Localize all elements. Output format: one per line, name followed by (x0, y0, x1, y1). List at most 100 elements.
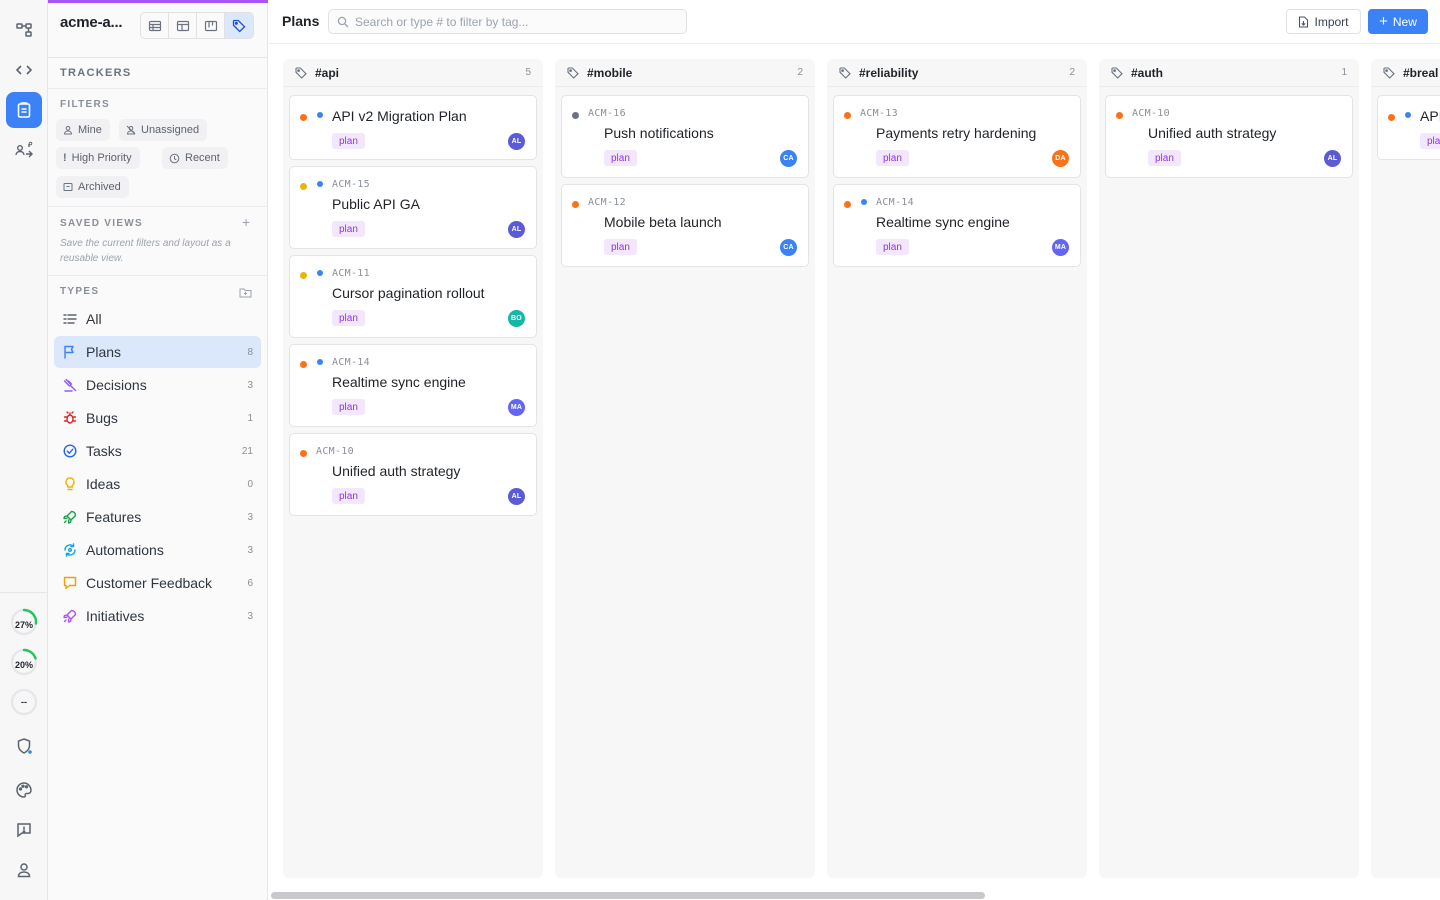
avatar[interactable]: MA (1052, 239, 1069, 256)
tag-icon (1383, 66, 1395, 79)
table-view-icon[interactable] (141, 13, 169, 38)
person-icon (63, 126, 73, 135)
type-tag[interactable]: plan (876, 150, 909, 166)
filter-archived[interactable]: Archived (56, 176, 129, 198)
priority-dot (844, 201, 851, 208)
board-column: #auth 1 ACM-10 Unified auth strategy plan AL (1099, 59, 1359, 878)
plan-card[interactable]: ACM-15 Public API GA plan AL (289, 166, 537, 249)
status-dot (861, 199, 867, 205)
feedback-alert-icon[interactable] (6, 812, 42, 848)
type-tag[interactable]: plan (332, 488, 365, 504)
type-features[interactable]: Features 3 (54, 501, 261, 533)
avatar[interactable]: AL (508, 488, 525, 505)
card-title: Public API GA (332, 196, 420, 212)
type-tag[interactable]: pla (1420, 133, 1440, 149)
plan-card[interactable]: ACM-11 Cursor pagination rollout plan BO (289, 255, 537, 338)
folder-add-icon[interactable] (239, 285, 252, 303)
priority-dot (300, 272, 307, 279)
status-dot (317, 181, 323, 187)
checklist-icon (54, 303, 86, 335)
avatar[interactable]: BO (508, 310, 525, 327)
trackers-sidebar: acme-a... TRACKERS FILTERS Mine Unassign… (48, 0, 268, 900)
kanban-view-icon[interactable] (197, 13, 225, 38)
board-column: #reliability 2 ACM-13 Payments retry harden… (827, 59, 1087, 878)
avatar[interactable]: CA (780, 150, 797, 167)
type-tasks[interactable]: Tasks 21 (54, 435, 261, 467)
lightbulb-icon (54, 468, 86, 500)
search-input[interactable]: Search or type # to filter by tag... (328, 9, 687, 34)
priority-dot (572, 112, 579, 119)
import-button[interactable]: Import (1286, 9, 1361, 34)
plan-card[interactable]: ACM-10 Unified auth strategy plan AL (289, 433, 537, 516)
card-title: API v2 Migration Plan (332, 108, 467, 124)
plan-card[interactable]: ACM-13 Payments retry hardening plan DA (833, 95, 1081, 178)
type-decisions[interactable]: Decisions 3 (54, 369, 261, 401)
type-label: All (86, 311, 102, 327)
type-tag[interactable]: plan (1148, 150, 1181, 166)
column-header[interactable]: #reliability 2 (827, 59, 1087, 87)
type-tag[interactable]: plan (876, 239, 909, 255)
priority-dot (300, 114, 307, 121)
priority-dot (844, 112, 851, 119)
priority-dot (572, 201, 579, 208)
filter-high-priority[interactable]: ! High Priority (56, 147, 140, 169)
column-header[interactable]: #auth 1 (1099, 59, 1359, 87)
plan-card[interactable]: ACM-16 Push notifications plan CA (561, 95, 809, 178)
type-plans[interactable]: Plans 8 (54, 336, 261, 368)
plan-card[interactable]: ACM-12 Mobile beta launch plan CA (561, 184, 809, 267)
plan-card[interactable]: ACM-10 Unified auth strategy plan AL (1105, 95, 1353, 178)
type-automations[interactable]: Automations 3 (54, 534, 261, 566)
type-ideas[interactable]: Ideas 0 (54, 468, 261, 500)
type-count: 3 (247, 379, 253, 391)
filter-mine[interactable]: Mine (56, 119, 110, 141)
priority-dot (1388, 114, 1395, 121)
filter-recent[interactable]: Recent (162, 147, 228, 169)
avatar[interactable]: DA (1052, 150, 1069, 167)
user-icon[interactable] (6, 852, 42, 888)
new-button[interactable]: + New (1368, 9, 1428, 34)
avatar[interactable]: AL (1324, 150, 1341, 167)
avatar[interactable]: AL (508, 133, 525, 150)
type-tag[interactable]: plan (332, 399, 365, 415)
column-header[interactable]: #api 5 (283, 59, 543, 87)
clipboard-icon[interactable] (6, 92, 42, 128)
status-dot (317, 359, 323, 365)
people-sync-icon[interactable] (6, 132, 42, 168)
type-tag[interactable]: plan (332, 310, 365, 326)
hierarchy-icon[interactable] (6, 12, 42, 48)
type-tag[interactable]: plan (604, 239, 637, 255)
kanban-board: #api 5 API v2 Migration Plan plan AL ACM-15 Pu… (269, 45, 1440, 888)
plan-card[interactable]: ACM-14 Realtime sync engine plan MA (833, 184, 1081, 267)
avatar[interactable]: MA (508, 399, 525, 416)
card-title: Realtime sync engine (876, 214, 1010, 230)
filter-unassigned[interactable]: Unassigned (119, 119, 208, 141)
add-saved-view-icon[interactable]: + (242, 214, 250, 230)
type-customer-feedback[interactable]: Customer Feedback 6 (54, 567, 261, 599)
plan-card[interactable]: API v2 Migration Plan plan AL (289, 95, 537, 160)
avatar[interactable]: CA (780, 239, 797, 256)
type-initiatives[interactable]: Initiatives 3 (54, 600, 261, 632)
card-id: ACM-14 (876, 197, 914, 208)
shield-icon[interactable] (6, 728, 42, 764)
type-tag[interactable]: plan (332, 133, 365, 149)
column-header[interactable]: #mobile 2 (555, 59, 815, 87)
column-header[interactable]: #breal (1371, 59, 1440, 87)
type-bugs[interactable]: Bugs 1 (54, 402, 261, 434)
type-all[interactable]: All (54, 303, 261, 335)
horizontal-scrollbar[interactable] (271, 892, 985, 899)
type-label: Automations (86, 542, 164, 558)
type-tag[interactable]: plan (332, 221, 365, 237)
avatar[interactable]: AL (508, 221, 525, 238)
plan-card[interactable]: API pla (1377, 95, 1440, 160)
plan-card[interactable]: ACM-14 Realtime sync engine plan MA (289, 344, 537, 427)
type-count: 3 (247, 610, 253, 622)
palette-icon[interactable] (6, 772, 42, 808)
card-title: Cursor pagination rollout (332, 285, 485, 301)
tag-view-icon[interactable] (225, 13, 253, 38)
code-icon[interactable] (6, 52, 42, 88)
type-count: 21 (241, 445, 253, 457)
type-tag[interactable]: plan (604, 150, 637, 166)
split-view-icon[interactable] (169, 13, 197, 38)
workspace-name[interactable]: acme-a... (60, 14, 123, 31)
column-count: 2 (1069, 67, 1075, 78)
